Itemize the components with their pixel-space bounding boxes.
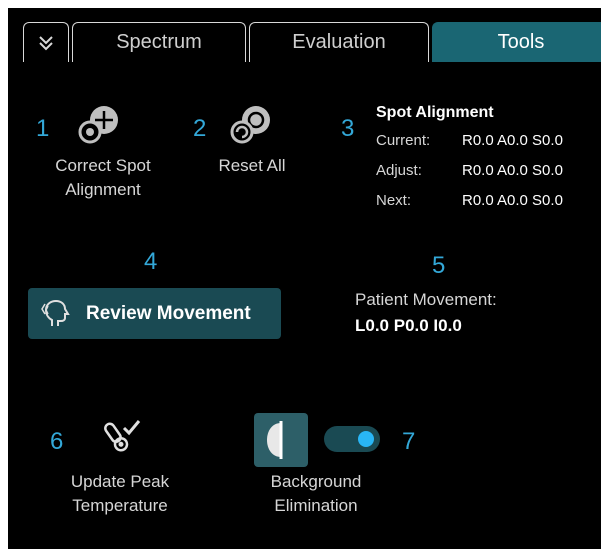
step-number-5: 5	[432, 252, 446, 279]
spot-alignment-title: Spot Alignment	[376, 104, 494, 121]
toggle-knob	[358, 431, 374, 447]
head-movement-icon	[41, 299, 70, 326]
background-elimination-label: Background Elimination	[270, 472, 362, 515]
background-elimination-button[interactable]	[254, 413, 308, 467]
step-number-7: 7	[402, 428, 416, 455]
reset-all-icon[interactable]	[230, 104, 276, 144]
review-movement-label: Review Movement	[86, 302, 251, 324]
reset-all-label: Reset All	[218, 156, 286, 175]
patient-movement-values: L0.0 P0.0 I0.0	[355, 316, 462, 335]
correct-spot-label: Correct Spot Alignment	[55, 156, 151, 199]
review-movement-button[interactable]: Review Movement	[28, 288, 281, 339]
collapse-button[interactable]	[23, 22, 69, 62]
spot-row-current: Current: R0.0 A0.0 S0.0	[376, 132, 563, 149]
spot-row-adjust: Adjust: R0.0 A0.0 S0.0	[376, 162, 563, 179]
update-peak-label: Update Peak Temperature	[70, 472, 170, 515]
correct-spot-icon[interactable]	[78, 104, 124, 144]
background-elimination-icon	[267, 421, 283, 459]
patient-movement-title: Patient Movement:	[355, 290, 497, 309]
background-elimination-toggle[interactable]	[324, 426, 380, 452]
tab-spectrum[interactable]: Spectrum	[72, 22, 246, 62]
step-number-4: 4	[144, 248, 158, 275]
tools-panel: Spectrum Evaluation Tools 1 Correct Spot…	[8, 8, 601, 549]
step-number-2: 2	[193, 115, 207, 142]
tab-tools[interactable]: Tools	[432, 22, 601, 62]
step-number-1: 1	[36, 115, 50, 142]
step-number-3: 3	[341, 115, 355, 142]
thermometer-check-icon[interactable]	[102, 416, 142, 456]
spot-row-next: Next: R0.0 A0.0 S0.0	[376, 192, 563, 209]
double-chevron-down-icon	[39, 35, 53, 50]
tab-evaluation[interactable]: Evaluation	[249, 22, 429, 62]
step-number-6: 6	[50, 428, 64, 455]
